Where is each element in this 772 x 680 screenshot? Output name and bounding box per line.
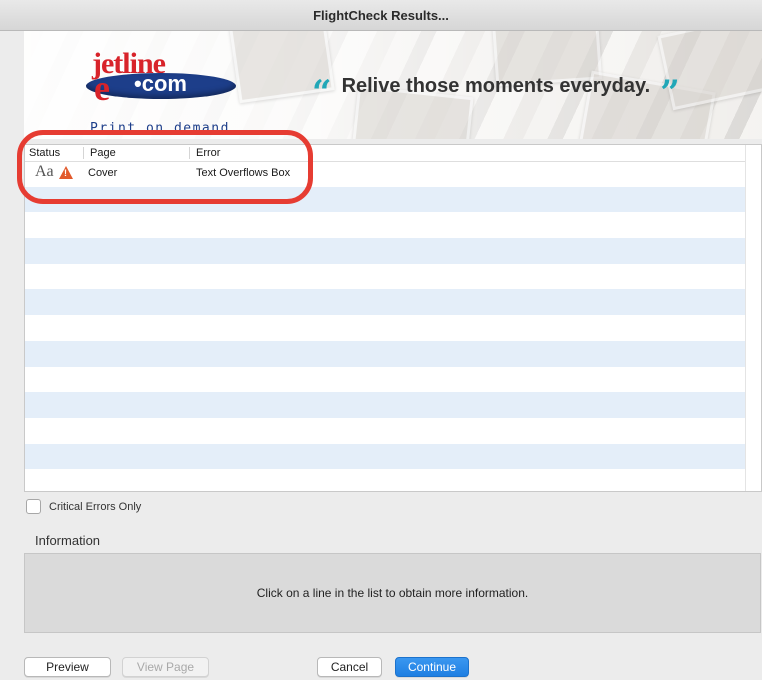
critical-errors-label: Critical Errors Only (49, 500, 142, 513)
flightcheck-window: FlightCheck Results... jetline e •com Pr… (0, 0, 762, 680)
information-panel: Click on a line in the list to obtain mo… (24, 553, 761, 633)
jetline-logo: jetline e •com Print on demand (86, 45, 246, 136)
open-quote-icon: “ (312, 72, 332, 113)
table-row[interactable] (25, 340, 761, 367)
table-row[interactable] (25, 264, 761, 290)
table-row[interactable] (25, 392, 761, 418)
logo-e: e (94, 68, 110, 108)
window-titlebar[interactable]: FlightCheck Results... (0, 0, 762, 31)
table-row[interactable] (25, 443, 761, 470)
critical-errors-option[interactable]: Critical Errors Only (26, 499, 141, 514)
table-row[interactable] (25, 469, 761, 491)
banner-slogan: “ Relive those moments everyday. ” (312, 75, 680, 110)
table-row[interactable] (25, 212, 761, 238)
table-row[interactable] (25, 238, 761, 264)
information-message: Click on a line in the list to obtain mo… (256, 586, 529, 600)
jetline-banner: jetline e •com Print on demand “ Relive … (24, 31, 762, 139)
information-label: Information (35, 533, 101, 548)
window-title: FlightCheck Results... (313, 7, 449, 23)
preview-button[interactable]: Preview (24, 657, 111, 677)
list-rows: Aa ! Cover Text Overflows Box (25, 161, 761, 491)
critical-errors-checkbox[interactable] (26, 499, 41, 514)
slogan-text: Relive those moments everyday. (341, 75, 651, 97)
table-row[interactable] (25, 418, 761, 444)
cancel-button[interactable]: Cancel (317, 657, 382, 677)
table-row[interactable] (25, 315, 761, 341)
list-scrollbar[interactable] (745, 145, 761, 491)
logo-dotcom: •com (134, 71, 187, 96)
table-row[interactable] (25, 367, 761, 393)
table-row[interactable] (25, 289, 761, 316)
view-page-button[interactable]: View Page (122, 657, 209, 677)
close-quote-icon: ” (660, 72, 680, 113)
window-edge (762, 0, 772, 680)
continue-button[interactable]: Continue (395, 657, 469, 677)
annotation-highlight-circle (17, 130, 313, 204)
